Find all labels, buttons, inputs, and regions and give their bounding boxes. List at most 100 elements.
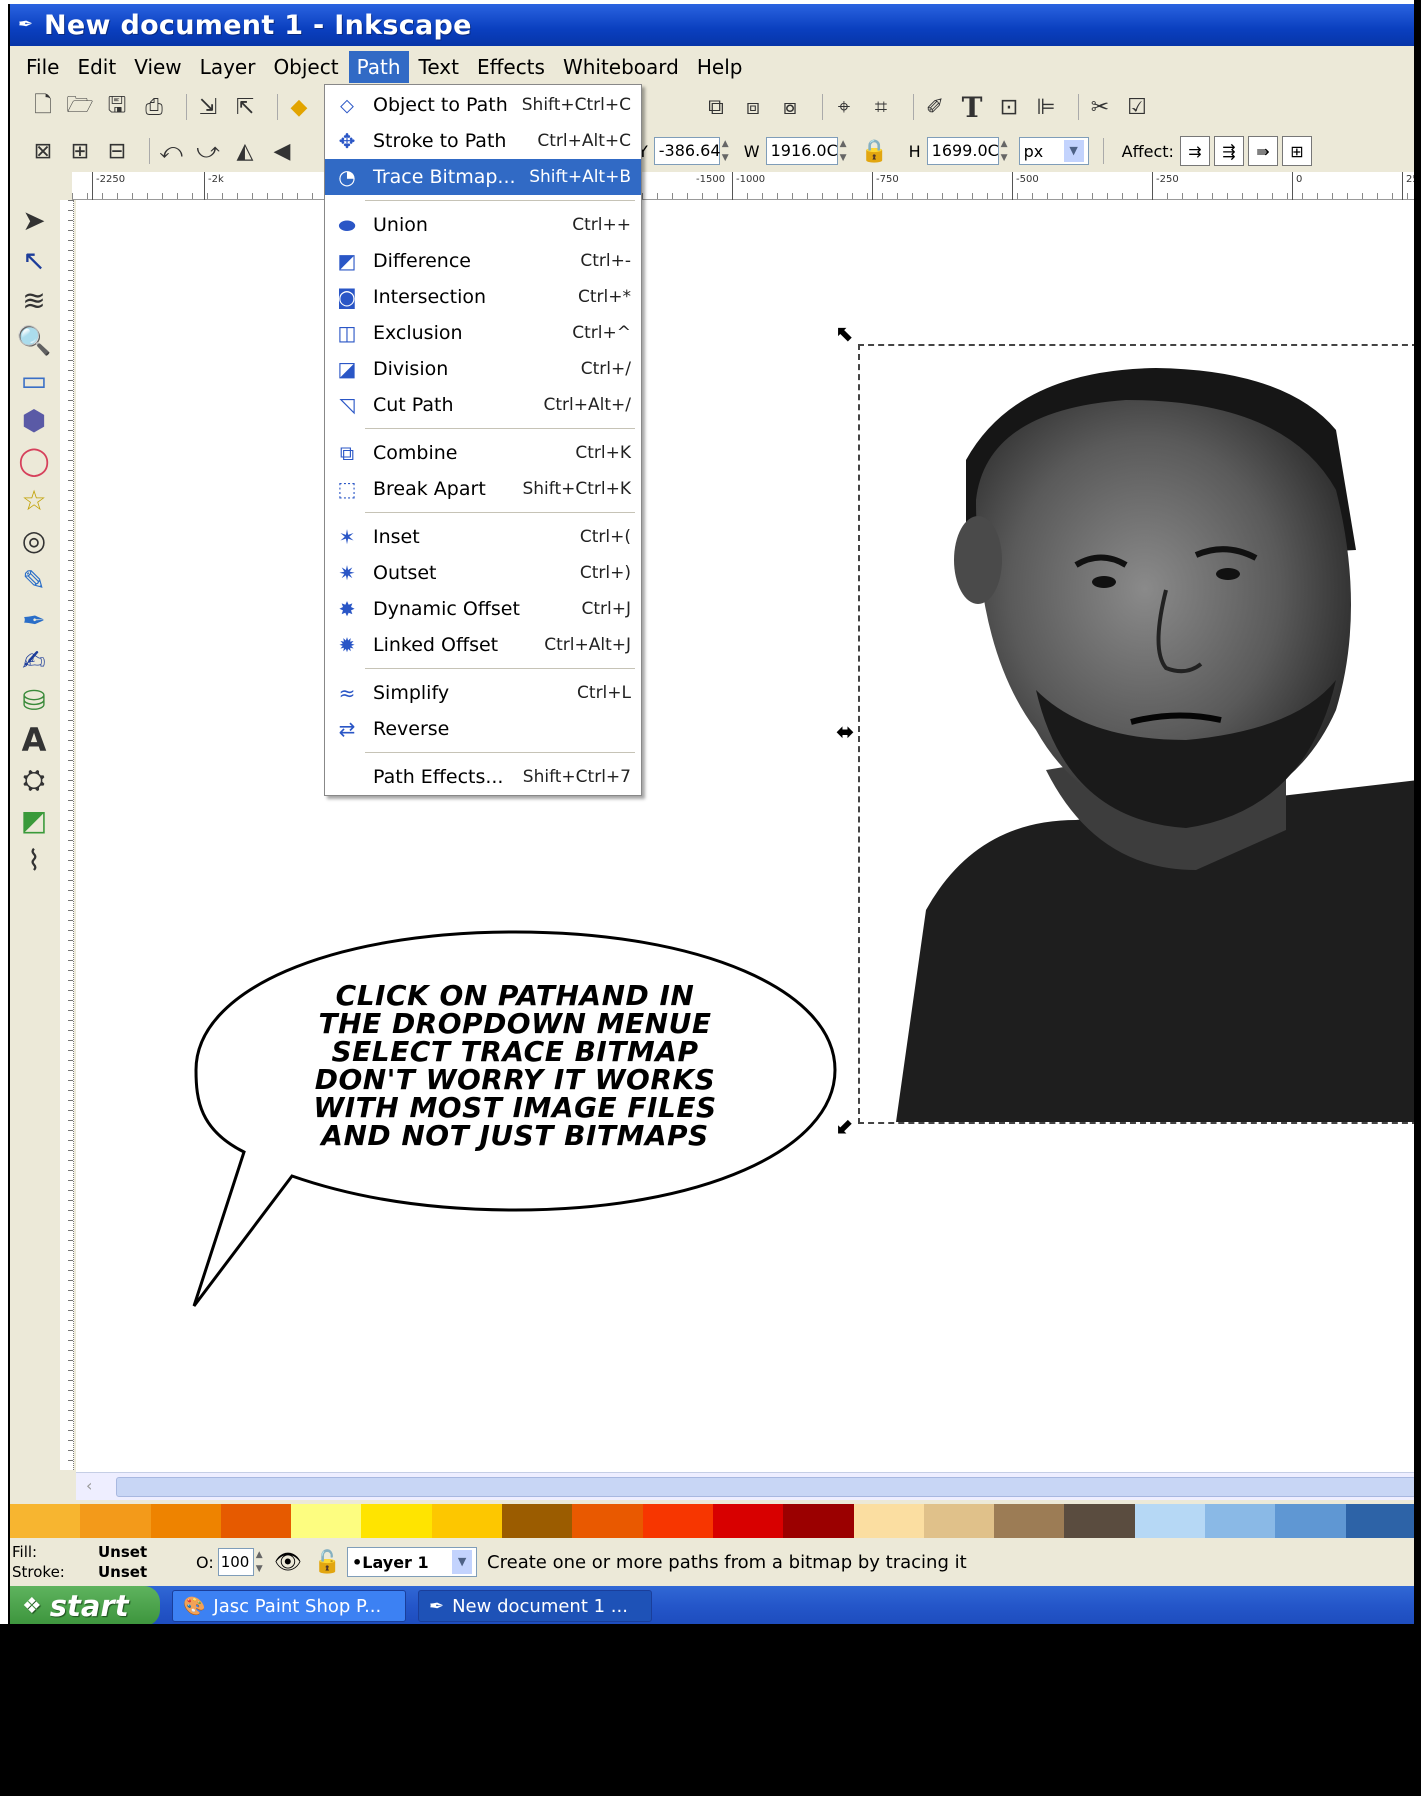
calligraphy-tool-icon[interactable]: ✍ <box>14 640 54 680</box>
horizontal-scrollbar[interactable]: ‹ <box>76 1472 1414 1500</box>
color-swatch[interactable] <box>1345 1504 1414 1538</box>
affect-gradient-icon[interactable]: ⇛ <box>1247 136 1278 166</box>
horizontal-ruler[interactable]: -2250 -2k 1750 -1500 -1000 -750 -500 -25… <box>72 172 1414 200</box>
preferences-icon[interactable]: ✂ <box>1087 94 1113 120</box>
select-all-layers-icon[interactable]: ⊞ <box>67 138 93 164</box>
menu-view[interactable]: View <box>126 51 189 83</box>
color-swatch[interactable] <box>431 1504 503 1538</box>
bitmap-photo[interactable] <box>866 350 1414 1122</box>
rotate-cw-icon[interactable]: ⤻ <box>195 138 221 164</box>
color-swatch[interactable] <box>853 1504 924 1538</box>
color-swatch[interactable] <box>572 1504 643 1538</box>
pen-tool-icon[interactable]: ✒ <box>14 600 54 640</box>
color-swatch[interactable] <box>1134 1504 1206 1538</box>
print-icon[interactable]: ⎙ <box>141 94 167 120</box>
deselect-icon[interactable]: ⊟ <box>104 138 130 164</box>
menu-effects[interactable]: Effects <box>469 51 553 83</box>
text-tool-icon[interactable]: A <box>14 720 54 760</box>
dropper-tool-icon[interactable]: ⌇ <box>14 840 54 880</box>
color-swatch[interactable] <box>150 1504 221 1538</box>
visibility-eye-icon[interactable]: 👁 <box>274 1550 302 1575</box>
undo-icon[interactable]: ◆ <box>286 94 312 120</box>
color-swatch[interactable] <box>783 1504 854 1538</box>
unit-select[interactable]: px ▼ <box>1018 137 1089 165</box>
selector-tool-icon[interactable]: ➤ <box>14 200 54 240</box>
affect-pattern-icon[interactable]: ⊞ <box>1281 136 1312 166</box>
connector-tool-icon[interactable]: ⛭ <box>14 760 54 800</box>
lock-icon[interactable]: 🔒 <box>861 138 888 164</box>
unlink-clone-icon[interactable]: ⧇ <box>777 94 803 120</box>
menu-item-stroke-to-path[interactable]: ✥ Stroke to Path Ctrl+Alt+C <box>325 123 641 159</box>
flip-vertical-icon[interactable]: ◀ <box>269 138 295 164</box>
task-paint-shop[interactable]: 🎨 Jasc Paint Shop P... <box>172 1590 406 1622</box>
current-layer-select[interactable]: •Layer 1 ▼ <box>347 1547 478 1577</box>
vertical-ruler[interactable] <box>60 200 74 1470</box>
color-swatch[interactable] <box>80 1504 151 1538</box>
menu-item-path-effects[interactable]: Path Effects... Shift+Ctrl+7 <box>325 759 641 795</box>
color-swatch[interactable] <box>502 1504 573 1538</box>
scale-handle-left[interactable]: ⬌ <box>836 720 854 745</box>
color-swatch[interactable] <box>220 1504 292 1538</box>
color-swatch[interactable] <box>994 1504 1065 1538</box>
color-swatch[interactable] <box>712 1504 784 1538</box>
gradient-tool-icon[interactable]: ◩ <box>14 800 54 840</box>
rotate-ccw-icon[interactable]: ⤺ <box>158 138 184 164</box>
color-swatch[interactable] <box>10 1504 81 1538</box>
menu-item-reverse[interactable]: ⇄ Reverse <box>325 711 641 747</box>
color-swatch[interactable] <box>1064 1504 1135 1538</box>
menu-item-cut-path[interactable]: ◹ Cut Path Ctrl+Alt+/ <box>325 387 641 423</box>
color-swatch[interactable] <box>291 1504 362 1538</box>
3d-box-tool-icon[interactable]: ⬢ <box>14 400 54 440</box>
color-swatch[interactable] <box>1275 1504 1346 1538</box>
node-tool-icon[interactable]: ↖ <box>14 240 54 280</box>
affect-corners-icon[interactable]: ⇶ <box>1213 136 1244 166</box>
duplicate-icon[interactable]: ⧉ <box>703 94 729 120</box>
ungroup-icon[interactable]: ⌗ <box>868 94 894 120</box>
import-icon[interactable]: ⇲ <box>195 94 221 120</box>
menu-layer[interactable]: Layer <box>192 51 264 83</box>
new-document-icon[interactable]: 🗋 <box>30 93 56 120</box>
menu-help[interactable]: Help <box>689 51 751 83</box>
opacity-input[interactable]: 100 <box>217 1548 254 1576</box>
fill-stroke-icon[interactable]: ✐ <box>922 94 948 120</box>
menu-item-outset[interactable]: ✷ Outset Ctrl+) <box>325 555 641 591</box>
menu-path[interactable]: Path <box>348 51 409 83</box>
scale-handle-top-left[interactable]: ⬉ <box>836 322 854 347</box>
menu-item-combine[interactable]: ⧉ Combine Ctrl+K <box>325 435 641 471</box>
width-input[interactable]: 1916.0C <box>765 137 838 165</box>
color-swatch[interactable] <box>1205 1504 1276 1538</box>
document-properties-icon[interactable]: ☑ <box>1124 94 1150 120</box>
height-spinner[interactable]: ▲ ▼ <box>1001 137 1013 165</box>
menu-file[interactable]: File <box>18 51 67 83</box>
export-icon[interactable]: ⇱ <box>232 94 258 120</box>
menu-item-exclusion[interactable]: ◫ Exclusion Ctrl+^ <box>325 315 641 351</box>
start-button[interactable]: ❖ start <box>10 1586 160 1624</box>
pencil-tool-icon[interactable]: ✎ <box>14 560 54 600</box>
menu-item-inset[interactable]: ✶ Inset Ctrl+( <box>325 519 641 555</box>
ellipse-tool-icon[interactable]: ◯ <box>14 440 54 480</box>
menu-whiteboard[interactable]: Whiteboard <box>555 51 687 83</box>
menu-item-intersection[interactable]: ◙ Intersection Ctrl+* <box>325 279 641 315</box>
color-swatch[interactable] <box>923 1504 995 1538</box>
menu-object[interactable]: Object <box>265 51 346 83</box>
menu-item-union[interactable]: ⬬ Union Ctrl++ <box>325 207 641 243</box>
menu-item-division[interactable]: ◪ Division Ctrl+/ <box>325 351 641 387</box>
layer-lock-icon[interactable]: 🔓 <box>314 1550 341 1575</box>
opacity-spinner[interactable]: ▲ ▼ <box>256 1548 268 1576</box>
height-input[interactable]: 1699.0C <box>926 137 999 165</box>
menu-edit[interactable]: Edit <box>69 51 124 83</box>
fill-stroke-indicator[interactable]: Fill: Unset Stroke: Unset <box>10 1542 160 1582</box>
menu-item-dynamic-offset[interactable]: ✸ Dynamic Offset Ctrl+J <box>325 591 641 627</box>
save-icon[interactable]: 🖫 <box>104 93 130 120</box>
width-spinner[interactable]: ▲ ▼ <box>840 137 852 165</box>
task-inkscape[interactable]: ✒ New document 1 ... <box>418 1590 652 1622</box>
affect-stroke-icon[interactable]: ⇉ <box>1179 136 1210 166</box>
select-all-icon[interactable]: ⊠ <box>30 138 56 164</box>
clone-icon[interactable]: ⧈ <box>740 94 766 120</box>
text-font-icon[interactable]: T <box>959 91 985 124</box>
scroll-left-icon[interactable]: ‹ <box>86 1476 92 1495</box>
menu-item-simplify[interactable]: ≈ Simplify Ctrl+L <box>325 675 641 711</box>
y-input[interactable]: -386.64 <box>653 137 721 165</box>
flip-horizontal-icon[interactable]: ◭ <box>232 138 258 164</box>
xml-editor-icon[interactable]: ⊡ <box>996 94 1022 120</box>
